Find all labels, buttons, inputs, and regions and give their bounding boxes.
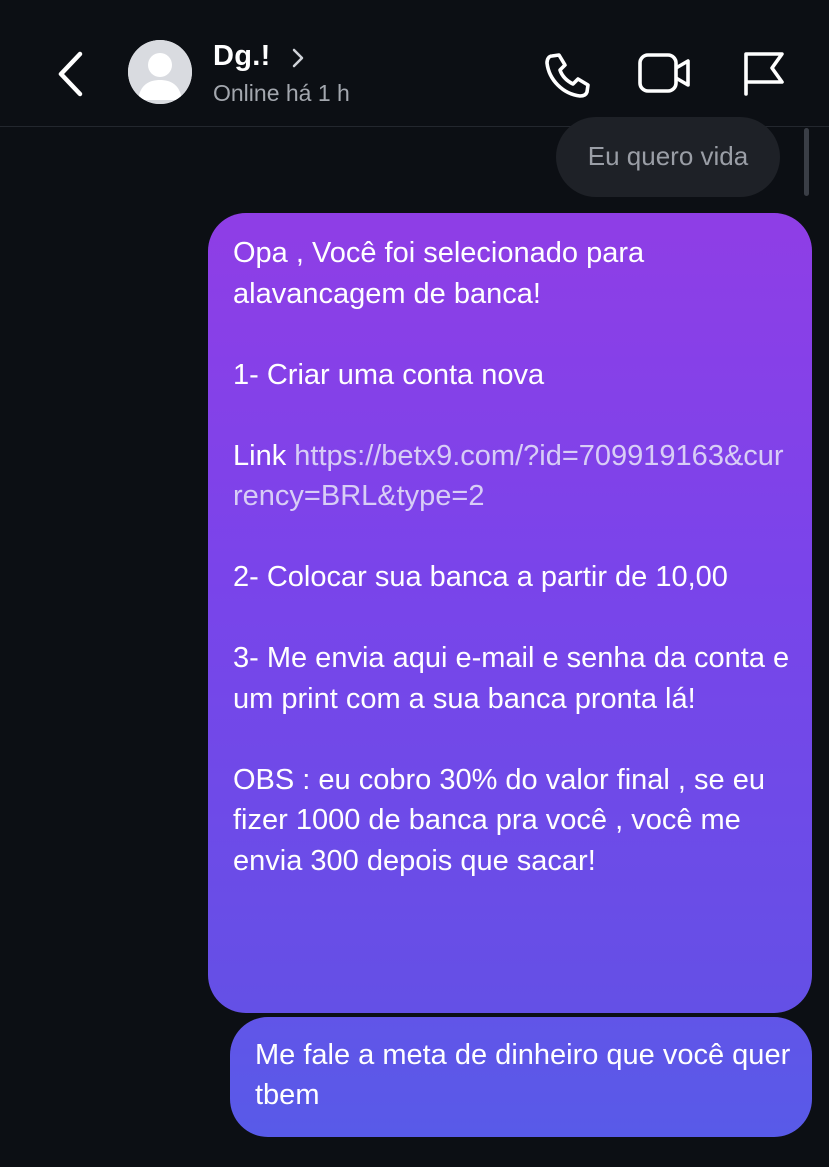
call-button[interactable] [540,48,596,100]
chevron-right-icon[interactable] [288,44,308,72]
scrollbar[interactable] [804,128,809,196]
chat-header: Dg.! Online há 1 h [0,0,829,127]
default-avatar-icon [128,40,192,104]
message-paragraph: 3- Me envia aqui e-mail e senha da conta… [233,642,790,715]
contact-name[interactable]: Dg.! [213,40,271,73]
back-button[interactable] [52,48,92,100]
flag-icon [744,52,784,96]
message-paragraph: Opa , Você foi selecionado para alavanca… [233,237,645,310]
avatar[interactable] [128,40,192,104]
message-received[interactable]: Eu quero vida [556,117,780,197]
message-paragraph: 1- Criar uma conta nova [233,358,545,391]
online-status: Online há 1 h [213,80,350,106]
video-camera-icon [638,53,690,93]
phone-icon [545,53,590,98]
chat-screen: Dg.! Online há 1 h Eu quero vida Opa , V… [0,0,829,1167]
report-button[interactable] [738,46,788,98]
message-sent[interactable]: Me fale a meta de dinheiro que você quer… [230,1017,812,1137]
message-link[interactable]: https://betx9.com/?id=709919163&currency… [233,440,784,513]
chevron-left-icon [58,51,83,97]
link-prefix: Link [233,439,295,472]
message-paragraph: 2- Colocar sua banca a partir de 10,00 [233,561,728,593]
message-paragraph: OBS : eu cobro 30% do valor final , se e… [233,763,765,877]
message-paragraph-link: Link https://betx9.com/?id=709919163&cur… [233,436,790,517]
video-call-button[interactable] [636,50,694,96]
message-sent[interactable]: Opa , Você foi selecionado para alavanca… [208,213,812,1013]
